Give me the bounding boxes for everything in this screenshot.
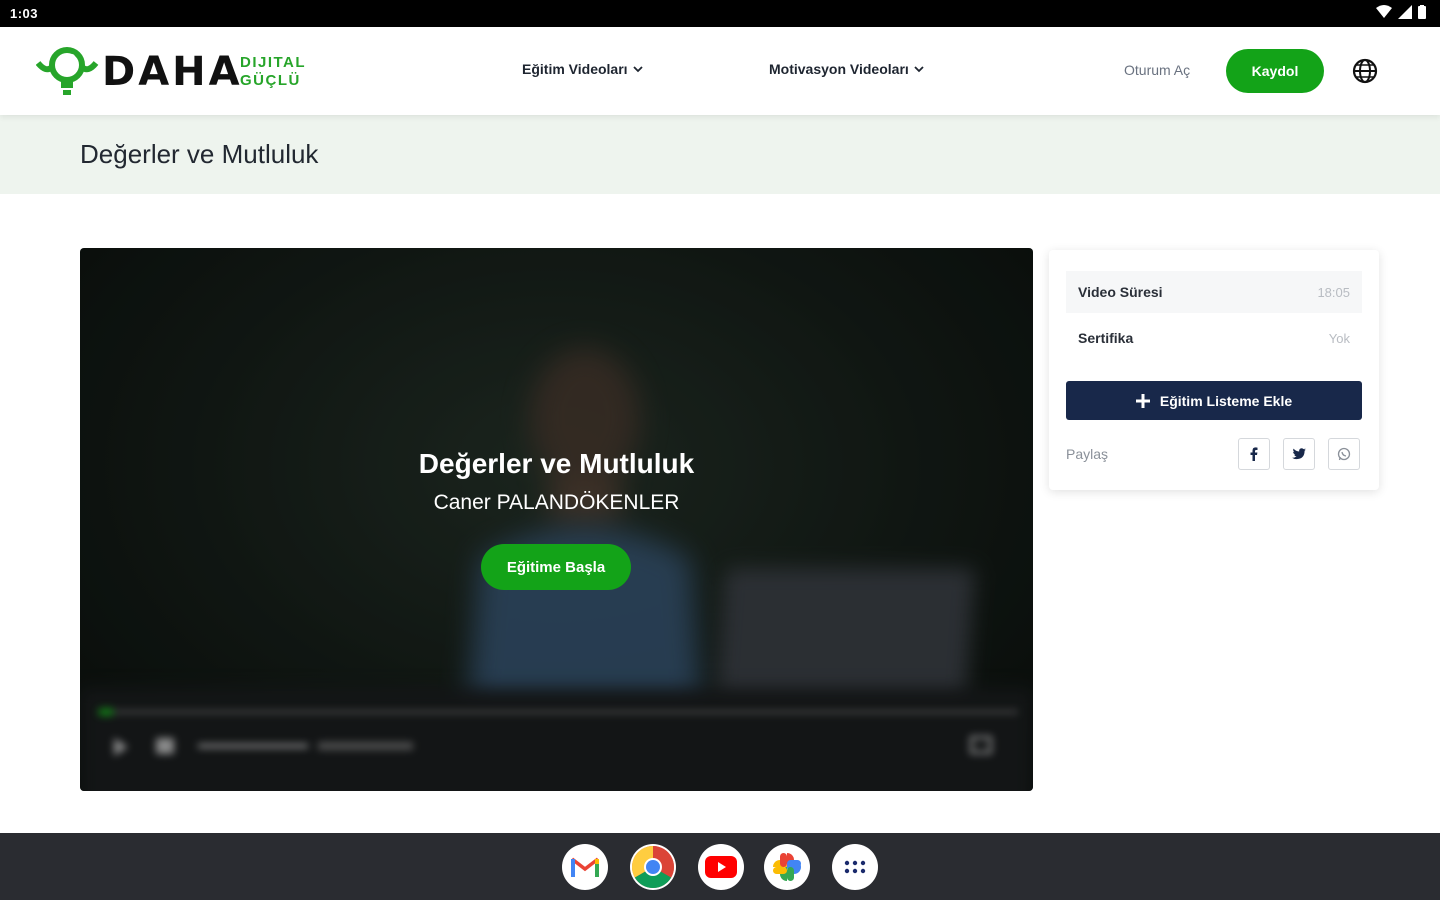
logo-subtitle-line2: GÜÇLÜ	[240, 72, 301, 89]
info-row-video-duration: Video Süresi 18:05	[1066, 271, 1362, 313]
start-training-button[interactable]: Eğitime Başla	[481, 544, 631, 590]
android-taskbar	[0, 833, 1440, 900]
nav-motivasyon-videolari[interactable]: Motivasyon Videoları	[769, 61, 924, 77]
chrome-icon	[631, 846, 675, 889]
app-launcher-button[interactable]	[832, 844, 878, 890]
video-time-display	[318, 742, 413, 750]
course-info-card: Video Süresi 18:05 Sertifika Yok Eğitim …	[1049, 250, 1379, 490]
nav-label: Motivasyon Videoları	[769, 61, 909, 77]
signal-icon	[1398, 5, 1412, 19]
status-time: 1:03	[10, 6, 39, 21]
share-label: Paylaş	[1066, 446, 1109, 462]
video-player[interactable]: Değerler ve Mutluluk Caner PALANDÖKENLER…	[80, 248, 1033, 791]
whatsapp-icon	[1337, 447, 1351, 461]
status-icons	[1376, 5, 1426, 19]
globe-icon[interactable]	[1352, 58, 1378, 84]
page-title-band: Değerler ve Mutluluk	[0, 115, 1440, 194]
volume-icon[interactable]	[156, 738, 174, 754]
video-controls	[90, 698, 1023, 783]
youtube-app-button[interactable]	[698, 844, 744, 890]
video-title: Değerler ve Mutluluk	[418, 448, 695, 479]
youtube-icon	[705, 856, 737, 878]
info-row-certificate: Sertifika Yok	[1066, 317, 1362, 359]
logo-mark-icon	[36, 47, 99, 95]
plus-icon	[1135, 393, 1150, 408]
gmail-icon	[570, 857, 600, 877]
signup-button[interactable]: Kaydol	[1226, 49, 1324, 93]
battery-icon	[1418, 5, 1426, 19]
info-label: Video Süresi	[1078, 284, 1163, 300]
wifi-icon	[1376, 5, 1392, 18]
share-whatsapp-button[interactable]	[1328, 438, 1360, 470]
facebook-icon	[1250, 447, 1258, 461]
info-label: Sertifika	[1078, 330, 1134, 346]
video-progress-bar[interactable]	[98, 708, 1018, 716]
photos-app-button[interactable]	[764, 844, 810, 890]
nav-egitim-videolari[interactable]: Eğitim Videoları	[522, 61, 643, 77]
fullscreen-icon[interactable]	[970, 736, 992, 754]
play-icon[interactable]	[114, 738, 128, 756]
photos-icon	[773, 853, 801, 881]
info-value: 18:05	[1317, 284, 1350, 300]
volume-slider[interactable]	[198, 744, 308, 748]
chevron-down-icon	[632, 66, 643, 73]
share-facebook-button[interactable]	[1238, 438, 1270, 470]
login-link[interactable]: Oturum Aç	[1124, 62, 1190, 78]
daha-logo[interactable]: DAHA DIJITAL GÜÇLÜ	[36, 43, 326, 101]
nav-label: Eğitim Videoları	[522, 61, 628, 77]
add-to-list-label: Eğitim Listeme Ekle	[1159, 392, 1293, 409]
video-author: Caner PALANDÖKENLER	[433, 491, 680, 514]
logo-subtitle-line1: DIJITAL	[240, 54, 307, 71]
gmail-app-button[interactable]	[562, 844, 608, 890]
site-header: DAHA DIJITAL GÜÇLÜ Eğitim Videoları Moti…	[0, 27, 1440, 115]
chrome-app-button[interactable]	[630, 844, 676, 890]
twitter-icon	[1292, 448, 1306, 460]
app-grid-icon	[844, 860, 866, 874]
page-title: Değerler ve Mutluluk	[80, 139, 319, 169]
chevron-down-icon	[914, 66, 924, 73]
share-twitter-button[interactable]	[1283, 438, 1315, 470]
logo-wordmark: DAHA	[102, 49, 243, 95]
system-status-bar: 1:03	[0, 0, 1440, 27]
add-to-list-button[interactable]: Eğitim Listeme Ekle	[1066, 381, 1362, 420]
info-value: Yok	[1328, 330, 1350, 346]
